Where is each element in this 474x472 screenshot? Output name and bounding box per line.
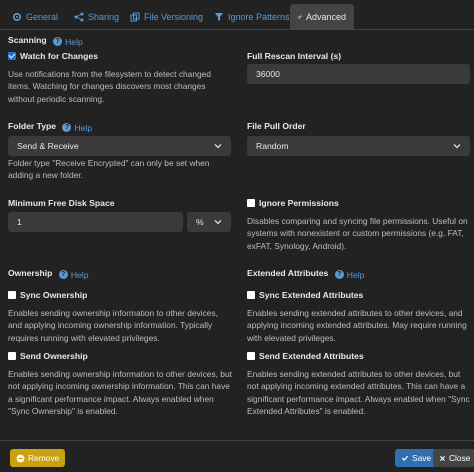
file-pull-order-value: Random (256, 141, 289, 151)
close-button-label: Close (449, 453, 471, 463)
send-xattrs-checkbox[interactable] (247, 352, 255, 360)
close-button[interactable]: Close (433, 449, 474, 467)
send-ownership-row: Send Ownership (8, 351, 88, 361)
ignore-permissions-row: Ignore Permissions (247, 198, 339, 208)
scanning-title: Scanning (8, 35, 47, 45)
scanning-help-link[interactable]: ? Help (53, 37, 83, 47)
folder-type-select[interactable]: Send & Receive (8, 136, 231, 156)
file-pull-order-select[interactable]: Random (247, 136, 470, 156)
chevron-down-icon (214, 144, 222, 149)
watch-for-changes-label: Watch for Changes (20, 51, 98, 61)
xattrs-heading: Extended Attributes ? Help (247, 268, 364, 280)
save-button-label: Save (412, 453, 432, 463)
folder-type-description: Folder type "Receive Encrypted" can only… (8, 158, 210, 181)
tab-file-versioning[interactable]: File Versioning (122, 4, 211, 30)
chevron-down-icon (214, 220, 222, 225)
watch-for-changes-row: Watch for Changes (8, 51, 98, 61)
send-ownership-checkbox[interactable] (8, 352, 16, 360)
rescan-interval-input[interactable]: 36000 (247, 64, 470, 84)
send-ownership-label: Send Ownership (20, 351, 88, 361)
ownership-help-link[interactable]: ? Help (58, 269, 89, 280)
question-icon: ? (58, 270, 68, 279)
tab-general[interactable]: General (4, 4, 66, 30)
watch-for-changes-description: Use notifications from the filesystem to… (8, 69, 211, 104)
filter-icon (215, 13, 223, 21)
sync-xattrs-label: Sync Extended Attributes (259, 290, 364, 300)
tab-advanced-label: Advanced (305, 12, 346, 22)
ignore-permissions-label: Ignore Permissions (259, 198, 339, 208)
save-button[interactable]: Save (395, 449, 438, 467)
rescan-interval-label: Full Rescan Interval (s) (247, 51, 342, 61)
remove-button[interactable]: Remove (10, 449, 66, 467)
ownership-title: Ownership (8, 268, 53, 278)
copy-icon (130, 12, 140, 22)
cogs-icon (298, 15, 302, 19)
tab-general-label: General (26, 12, 59, 22)
footer-divider (0, 440, 474, 441)
tab-file-versioning-label: File Versioning (144, 12, 204, 22)
tab-ignore-patterns-label: Ignore Patterns (228, 12, 290, 22)
share-icon (74, 12, 84, 22)
sync-ownership-label: Sync Ownership (20, 290, 88, 300)
question-icon: ? (62, 123, 72, 132)
remove-button-label: Remove (28, 453, 60, 463)
folder-type-help-label: Help (74, 122, 93, 133)
xattrs-help-link[interactable]: ? Help (334, 269, 365, 280)
gear-icon (12, 12, 22, 22)
sync-ownership-description: Enables sending ownership information to… (8, 308, 218, 343)
minus-circle-icon (16, 454, 25, 462)
sync-xattrs-row: Sync Extended Attributes (247, 290, 363, 300)
close-icon (440, 455, 445, 461)
file-pull-order-label: File Pull Order (247, 121, 306, 131)
min-disk-unit-value: % (196, 217, 204, 227)
watch-for-changes-checkbox[interactable] (8, 52, 16, 60)
min-disk-input[interactable]: 1 (8, 212, 183, 232)
folder-type-title: Folder Type (8, 121, 57, 131)
scanning-heading: Scanning ? Help (8, 35, 83, 47)
folder-type-value: Send & Receive (17, 141, 79, 151)
tab-sharing[interactable]: Sharing (66, 4, 127, 30)
scanning-help-label: Help (65, 36, 83, 47)
ignore-permissions-description: Disables comparing and syncing file perm… (247, 216, 468, 251)
min-disk-label: Minimum Free Disk Space (8, 198, 115, 208)
sync-ownership-row: Sync Ownership (8, 290, 87, 300)
sync-xattrs-checkbox[interactable] (247, 291, 255, 299)
xattrs-help-label: Help (346, 269, 365, 280)
send-xattrs-label: Send Extended Attributes (259, 351, 364, 361)
tab-advanced[interactable]: Advanced (290, 4, 354, 30)
send-xattrs-row: Send Extended Attributes (247, 351, 364, 361)
tab-ignore-patterns[interactable]: Ignore Patterns (206, 4, 298, 30)
check-icon (401, 455, 409, 461)
ignore-permissions-checkbox[interactable] (247, 199, 255, 207)
tab-sharing-label: Sharing (88, 12, 120, 22)
ownership-help-label: Help (70, 269, 89, 280)
xattrs-title: Extended Attributes (247, 268, 329, 278)
question-icon: ? (334, 270, 344, 279)
sync-ownership-checkbox[interactable] (8, 291, 16, 299)
ownership-heading: Ownership ? Help (8, 268, 89, 280)
folder-type-help-link[interactable]: ? Help (62, 123, 92, 133)
chevron-down-icon (453, 144, 461, 149)
question-icon: ? (53, 37, 63, 46)
folder-type-heading: Folder Type ? Help (8, 121, 92, 133)
send-ownership-description: Enables sending ownership information to… (8, 369, 232, 416)
send-xattrs-description: Enables sending extended attributes to o… (247, 369, 470, 416)
min-disk-unit-select[interactable]: % (187, 212, 231, 232)
sync-xattrs-description: Enables sending extended attributes to o… (247, 308, 467, 343)
tab-bar: General Sharing File Versioning Ignore P… (0, 0, 474, 30)
